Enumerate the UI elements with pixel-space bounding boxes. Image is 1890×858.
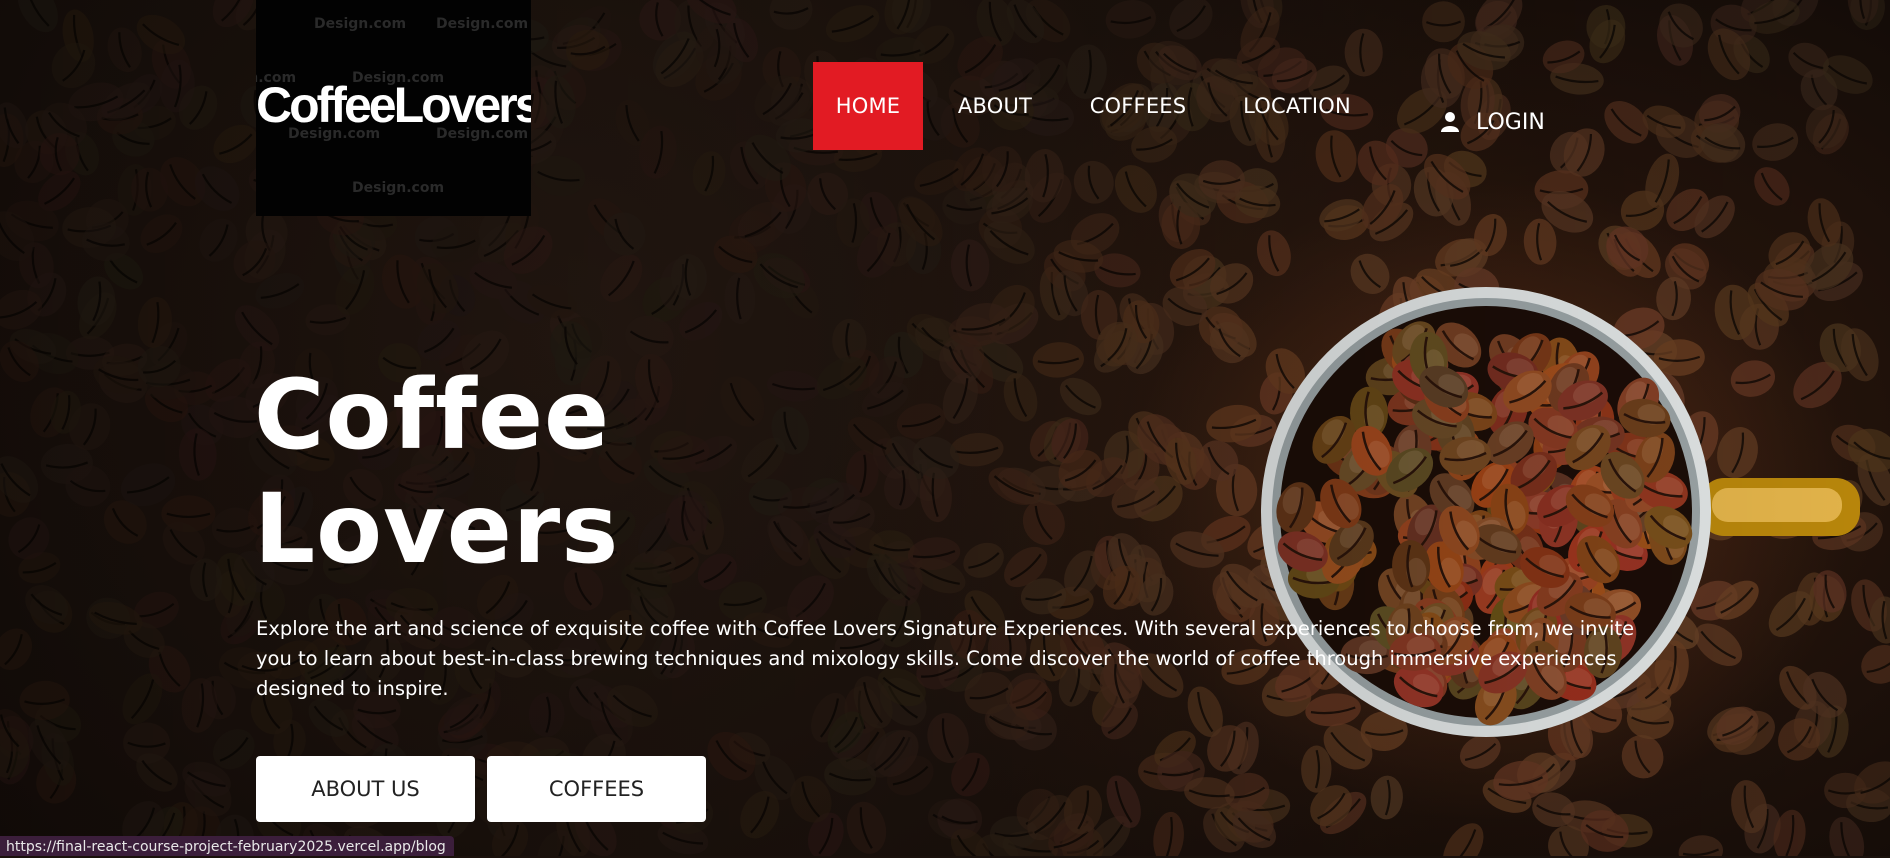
logo-watermark: Design.com	[314, 16, 407, 32]
hero-title: Coffee Lovers	[254, 358, 619, 586]
status-bar-url: https://final-react-course-project-febru…	[0, 836, 454, 856]
nav-about[interactable]: ABOUT	[945, 62, 1045, 150]
hero-description: Explore the art and science of exquisite…	[256, 617, 1635, 700]
hero-title-line1: Coffee	[254, 359, 611, 471]
login-label: LOGIN	[1476, 109, 1545, 135]
user-icon	[1441, 112, 1459, 132]
hero-title-line2: Lovers	[254, 473, 620, 585]
coffees-button[interactable]: COFFEES	[487, 756, 706, 822]
login-link[interactable]: LOGIN	[1440, 104, 1545, 140]
about-us-button[interactable]: ABOUT US	[256, 756, 475, 822]
nav-coffees[interactable]: COFFEES	[1083, 62, 1193, 150]
nav-home[interactable]: HOME	[813, 62, 923, 150]
logo-watermark: Design.com	[352, 180, 445, 196]
logo-text: CoffeeLovers	[256, 77, 531, 133]
logo-watermark: Design.com	[436, 16, 529, 32]
logo[interactable]: Design.com Design.com Design.com Design.…	[256, 0, 531, 216]
nav-location[interactable]: LOCATION	[1236, 62, 1358, 150]
